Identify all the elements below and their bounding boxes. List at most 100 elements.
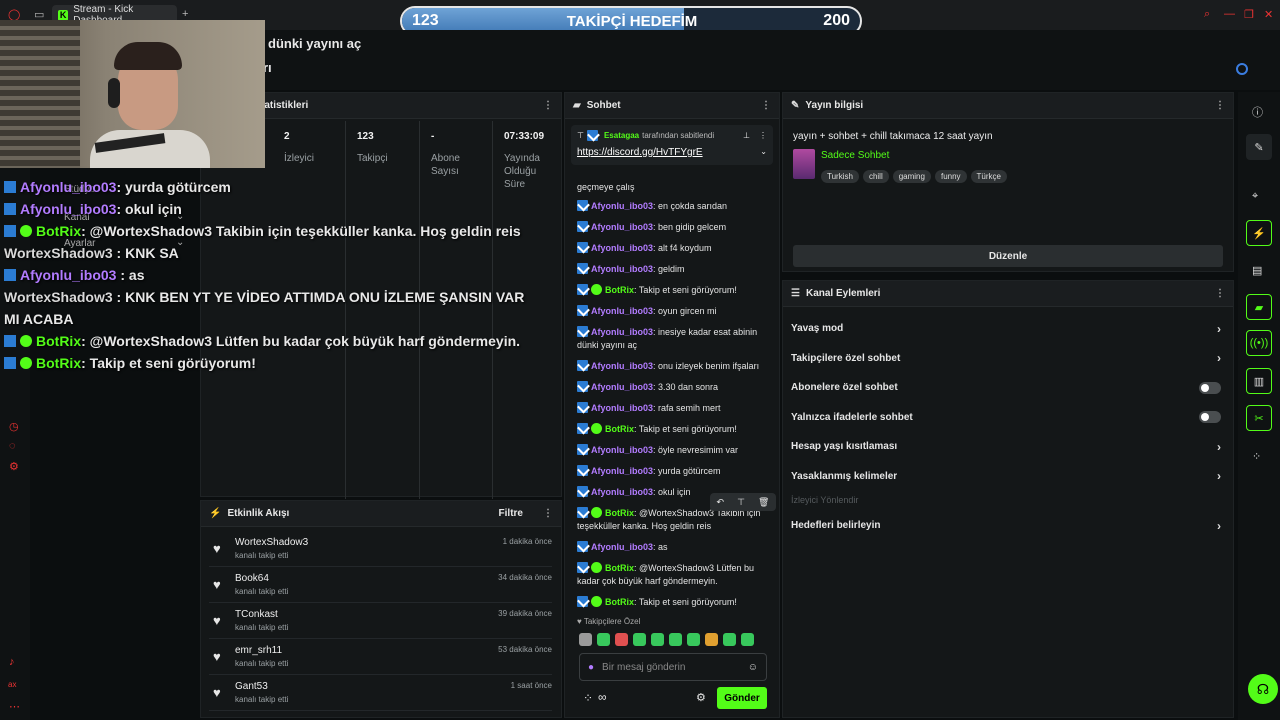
info-icon[interactable]: ⓘ <box>1252 104 1263 120</box>
chat-message[interactable]: BotRix: Takip et seni görüyorum! <box>565 596 777 609</box>
delete-icon[interactable]: 🗑 <box>758 497 769 508</box>
emote-6[interactable] <box>669 633 682 646</box>
document-icon[interactable]: ▤ <box>1252 264 1262 277</box>
extension-icon[interactable]: ax <box>8 680 16 689</box>
chat-username[interactable]: Afyonlu_ibo03 <box>591 382 653 392</box>
emote-9[interactable] <box>723 633 736 646</box>
chat-username[interactable]: BotRix <box>605 597 634 607</box>
channel-action-row[interactable]: Yalnızca ifadelerle sohbet <box>791 403 1221 432</box>
channel-actions-menu-icon[interactable]: ⋮ <box>1215 288 1225 299</box>
chat-username[interactable]: Afyonlu_ibo03 <box>591 306 653 316</box>
chat-message[interactable]: Afyonlu_ibo03: oyun gircen mi <box>565 305 777 318</box>
pinned-expand-icon[interactable]: ⌄ <box>760 147 767 158</box>
toggle-switch[interactable] <box>1199 411 1221 423</box>
emote-1[interactable] <box>579 633 592 646</box>
activity-filter-button[interactable]: Filtre <box>499 508 523 519</box>
pinned-menu-icon[interactable]: ⋮ <box>759 131 767 140</box>
chat-username[interactable]: BotRix <box>605 424 634 434</box>
chat-message[interactable]: Afyonlu_ibo03: as <box>565 541 777 554</box>
chat-menu-icon[interactable]: ⋮ <box>761 100 771 111</box>
chat-username[interactable]: BotRix <box>605 508 634 518</box>
chat-message[interactable]: BotRix: Takip et seni görüyorum! <box>565 284 777 297</box>
apps-icon[interactable]: ⁘ <box>1252 450 1261 463</box>
emote-10[interactable] <box>741 633 754 646</box>
emote-7[interactable] <box>687 633 700 646</box>
broadcast-button[interactable]: ((•)) <box>1246 330 1272 356</box>
channel-action-row[interactable]: Yavaş mod › <box>791 314 1221 343</box>
support-button[interactable]: ☊ <box>1248 674 1278 704</box>
chat-message[interactable]: Afyonlu_ibo03: alt f4 koydum <box>565 242 777 255</box>
chat-username[interactable]: Afyonlu_ibo03 <box>591 264 653 274</box>
channel-action-row[interactable]: Yasaklanmış kelimeler › <box>791 462 1221 491</box>
chat-settings-icon[interactable]: ⚙ <box>696 691 706 704</box>
emote-2[interactable] <box>597 633 610 646</box>
chat-message[interactable]: BotRix: Takip et seni görüyorum! <box>565 423 777 436</box>
edit-button[interactable]: Düzenle <box>793 245 1223 267</box>
restore-icon[interactable]: ❐ <box>1244 8 1254 21</box>
new-tab-button[interactable]: + <box>182 8 188 20</box>
emote-3[interactable] <box>615 633 628 646</box>
chat-username[interactable]: Afyonlu_ibo03 <box>591 201 653 211</box>
chat-message[interactable]: Afyonlu_ibo03: en çokda sarıdan <box>565 200 777 213</box>
activity-menu-icon[interactable]: ⋮ <box>543 508 553 519</box>
target-icon[interactable]: ⌖ <box>1252 190 1258 203</box>
chat-username[interactable]: Afyonlu_ibo03 <box>591 361 653 371</box>
microphone-icon[interactable]: ● <box>588 662 594 673</box>
chat-message[interactable]: BotRix: @WortexShadow3 Lütfen bu kadar ç… <box>565 562 777 588</box>
edit-pencil-button[interactable]: ✎ <box>1246 134 1272 160</box>
channel-action-row[interactable]: Hesap yaşı kısıtlaması › <box>791 432 1221 461</box>
toggle-switch[interactable] <box>1199 381 1221 394</box>
chat-username[interactable]: Afyonlu_ibo03 <box>591 243 653 253</box>
close-icon[interactable]: ✕ <box>1264 8 1273 21</box>
tiktok-icon[interactable]: ♪ <box>9 656 15 668</box>
chat-username[interactable]: Afyonlu_ibo03 <box>591 466 653 476</box>
tag-chip[interactable]: funny <box>934 170 967 183</box>
chat-username[interactable]: Afyonlu_ibo03 <box>591 542 653 552</box>
tag-chip[interactable]: chill <box>862 170 889 183</box>
chat-username[interactable]: Afyonlu_ibo03 <box>591 222 653 232</box>
chat-message[interactable]: Afyonlu_ibo03: onu izleyek benim ifşalar… <box>565 360 777 373</box>
chat-username[interactable]: Afyonlu_ibo03 <box>591 487 653 497</box>
channel-action-row[interactable]: Abonelere özel sohbet <box>791 373 1221 402</box>
emote-4[interactable] <box>633 633 646 646</box>
emote-5[interactable] <box>651 633 664 646</box>
emote-8[interactable] <box>705 633 718 646</box>
tools-button[interactable]: ✂ <box>1246 405 1272 431</box>
chat-username[interactable]: Afyonlu_ibo03 <box>591 445 653 455</box>
settings-icon[interactable]: ⚙ <box>9 460 19 473</box>
chat-message[interactable]: Afyonlu_ibo03: geldim <box>565 263 777 276</box>
chat-toggle-button[interactable]: ▰ <box>1246 294 1272 320</box>
chat-message[interactable]: Afyonlu_ibo03: yurda götürcem <box>565 465 777 478</box>
category-name[interactable]: Sadece Sohbet <box>821 150 889 161</box>
channel-action-row[interactable]: Takipçilere özel sohbet › <box>791 344 1221 373</box>
stream-info-menu-icon[interactable]: ⋮ <box>1215 100 1225 111</box>
chat-input[interactable]: ● Bir mesaj gönderin ☺ <box>579 653 767 681</box>
reply-icon[interactable]: ↶ <box>717 497 725 508</box>
search-icon[interactable]: ⌕ <box>1204 8 1210 21</box>
unpin-icon[interactable]: ⊥ <box>743 131 750 140</box>
tag-chip[interactable]: Turkish <box>821 170 859 183</box>
emoji-icon[interactable]: ☺ <box>748 662 758 673</box>
chat-message[interactable]: Afyonlu_ibo03: ben gidip gelcem <box>565 221 777 234</box>
chat-tools-icon[interactable]: ⁘ <box>583 691 593 705</box>
chat-message[interactable]: Afyonlu_ibo03: inesiye kadar esat abinin… <box>565 326 777 352</box>
tag-chip[interactable]: gaming <box>892 170 931 183</box>
clock-icon[interactable]: ◷ <box>9 420 19 433</box>
tag-chip[interactable]: Türkçe <box>970 170 1007 183</box>
chat-message[interactable]: Afyonlu_ibo03: öyle nevresimim var <box>565 444 777 457</box>
pinned-link[interactable]: https://discord.gg/HvTFYgrE <box>577 147 703 158</box>
send-button[interactable]: Gönder <box>717 687 767 709</box>
chat-username[interactable]: Afyonlu_ibo03 <box>591 327 653 337</box>
chat-username[interactable]: BotRix <box>605 563 634 573</box>
chat-message[interactable]: Afyonlu_ibo03: rafa semih mert <box>565 402 777 415</box>
layout-button[interactable]: ▥ <box>1246 368 1272 394</box>
stats-menu-icon[interactable]: ⋮ <box>543 100 553 111</box>
chat-message[interactable]: Afyonlu_ibo03: 3.30 dan sonra <box>565 381 777 394</box>
more-icon[interactable]: ⋯ <box>9 700 20 713</box>
pin-message-icon[interactable]: ⊤ <box>737 497 745 508</box>
chat-username[interactable]: Afyonlu_ibo03 <box>591 403 653 413</box>
set-goals-row[interactable]: Hedefleri belirleyin › <box>791 511 1221 540</box>
minimize-icon[interactable]: — <box>1224 8 1235 20</box>
lightning-button[interactable]: ⚡ <box>1246 220 1272 246</box>
chat-username[interactable]: BotRix <box>605 285 634 295</box>
